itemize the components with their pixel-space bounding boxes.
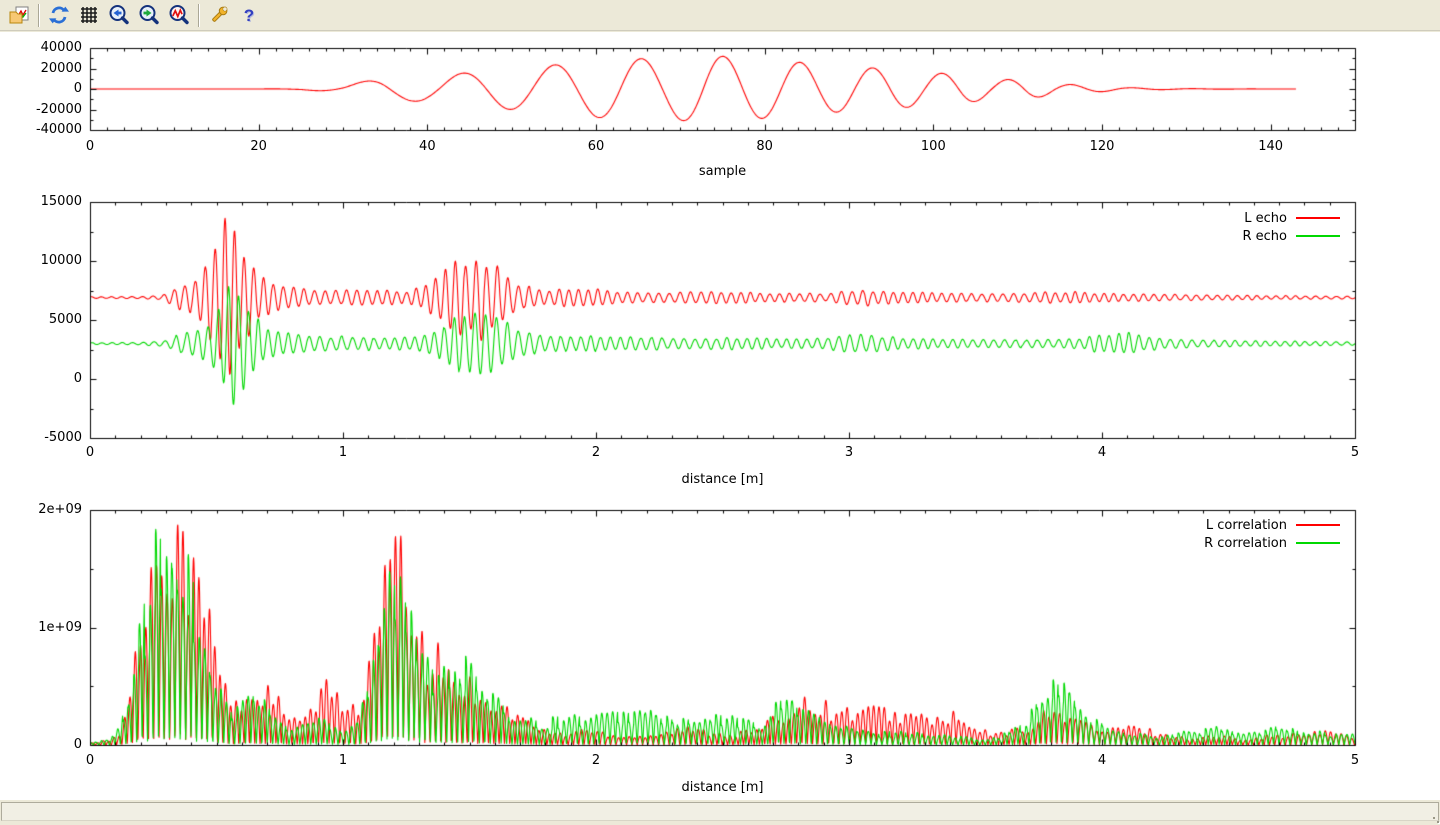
x-tick-label: 0 bbox=[86, 139, 94, 154]
zoom-previous-icon bbox=[108, 4, 130, 26]
plot-area: 020406080100120140-40000-200000200004000… bbox=[0, 32, 1440, 800]
x-tick-label: 3 bbox=[845, 753, 853, 768]
x-tick-label: 5 bbox=[1351, 753, 1359, 768]
y-tick-label: 15000 bbox=[0, 194, 82, 209]
x-tick-label: 4 bbox=[1098, 753, 1106, 768]
autoscale-button[interactable] bbox=[164, 2, 194, 29]
legend-line-sample bbox=[1296, 235, 1340, 237]
grid-icon bbox=[78, 4, 100, 26]
x-tick-label: 100 bbox=[921, 139, 946, 154]
autoscale-icon bbox=[168, 4, 190, 26]
y-tick-label: -5000 bbox=[0, 430, 82, 445]
x-tick-label: 2 bbox=[592, 753, 600, 768]
refresh-icon bbox=[48, 4, 70, 26]
legend-label: R echo bbox=[1242, 229, 1287, 244]
y-tick-label: -40000 bbox=[0, 122, 82, 137]
zoom-next-button[interactable] bbox=[134, 2, 164, 29]
toolbar-separator bbox=[38, 4, 40, 27]
legend-entry: R correlation bbox=[1204, 534, 1340, 552]
question-mark-icon: ? bbox=[244, 7, 254, 24]
x-tick-label: 20 bbox=[250, 139, 267, 154]
status-field bbox=[1, 802, 1439, 821]
configure-button[interactable] bbox=[204, 2, 234, 29]
replot-button[interactable] bbox=[44, 2, 74, 29]
x-tick-label: 4 bbox=[1098, 445, 1106, 460]
x-tick-label: 2 bbox=[592, 445, 600, 460]
legend-label: L echo bbox=[1244, 211, 1287, 226]
legend-entry: L correlation bbox=[1206, 516, 1340, 534]
x-tick-label: 60 bbox=[588, 139, 605, 154]
plots-canvas[interactable] bbox=[0, 32, 1440, 800]
legend-entry: R echo bbox=[1242, 227, 1340, 245]
x-axis-label: distance [m] bbox=[681, 472, 763, 487]
x-axis-label: distance [m] bbox=[681, 780, 763, 795]
toolbar-separator bbox=[198, 4, 200, 27]
x-tick-label: 80 bbox=[756, 139, 773, 154]
legend-label: L correlation bbox=[1206, 518, 1287, 533]
x-tick-label: 3 bbox=[845, 445, 853, 460]
grid-toggle-button[interactable] bbox=[74, 2, 104, 29]
legend-line-sample bbox=[1296, 524, 1340, 526]
zoom-previous-button[interactable] bbox=[104, 2, 134, 29]
clipboard-chart-icon bbox=[8, 4, 30, 26]
y-tick-label: 2e+09 bbox=[0, 502, 82, 517]
legend-line-sample bbox=[1296, 542, 1340, 544]
y-tick-label: 20000 bbox=[0, 61, 82, 76]
x-tick-label: 140 bbox=[1258, 139, 1283, 154]
gnuplot-window: ? 020406080100120140-40000-2000002000040… bbox=[0, 0, 1440, 825]
legend-line-sample bbox=[1296, 217, 1340, 219]
x-tick-label: 40 bbox=[419, 139, 436, 154]
wrench-icon bbox=[208, 4, 230, 26]
x-tick-label: 120 bbox=[1090, 139, 1115, 154]
y-tick-label: 40000 bbox=[0, 40, 82, 55]
status-bar bbox=[0, 800, 1440, 825]
y-tick-label: 10000 bbox=[0, 253, 82, 268]
help-button[interactable]: ? bbox=[234, 2, 264, 29]
x-tick-label: 5 bbox=[1351, 445, 1359, 460]
legend-label: R correlation bbox=[1204, 536, 1287, 551]
x-axis-label: sample bbox=[699, 164, 746, 179]
zoom-next-icon bbox=[138, 4, 160, 26]
x-tick-label: 0 bbox=[86, 445, 94, 460]
y-tick-label: 5000 bbox=[0, 312, 82, 327]
y-tick-label: -20000 bbox=[0, 102, 82, 117]
y-tick-label: 0 bbox=[0, 81, 82, 96]
y-tick-label: 0 bbox=[0, 371, 82, 386]
x-tick-label: 1 bbox=[339, 445, 347, 460]
x-tick-label: 0 bbox=[86, 753, 94, 768]
legend-entry: L echo bbox=[1244, 209, 1340, 227]
x-tick-label: 1 bbox=[339, 753, 347, 768]
resize-grip-icon[interactable] bbox=[1433, 817, 1435, 819]
y-tick-label: 0 bbox=[0, 737, 82, 752]
toolbar: ? bbox=[0, 0, 1440, 31]
copy-plot-button[interactable] bbox=[4, 2, 34, 29]
y-tick-label: 1e+09 bbox=[0, 620, 82, 635]
